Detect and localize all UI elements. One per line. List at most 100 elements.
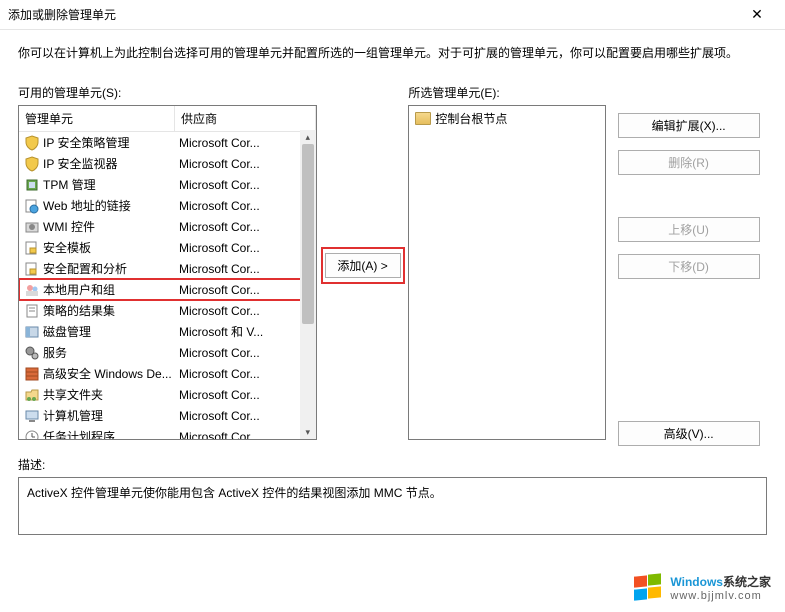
instruction-text: 你可以在计算机上为此控制台选择可用的管理单元并配置所选的一组管理单元。对于可扩展… <box>18 44 767 62</box>
disk-icon <box>23 324 41 340</box>
titlebar: 添加或删除管理单元 ✕ <box>0 0 785 30</box>
watermark-brand-a: Windows <box>670 575 723 589</box>
lock-page-icon <box>23 261 41 277</box>
snapin-name: 任务计划程序 <box>43 428 177 440</box>
snapin-name: WMI 控件 <box>43 218 177 235</box>
scroll-down-icon[interactable]: ▾ <box>300 425 316 439</box>
snapin-vendor: Microsoft Cor... <box>177 367 316 381</box>
available-label: 可用的管理单元(S): <box>18 84 317 101</box>
snapin-vendor: Microsoft Cor... <box>177 346 316 360</box>
snapin-vendor: Microsoft Cor... <box>177 388 316 402</box>
snapin-vendor: Microsoft Cor... <box>177 199 316 213</box>
selected-treeview[interactable]: 控制台根节点 <box>408 105 605 440</box>
shield-yellow-icon <box>23 156 41 172</box>
list-item[interactable]: 共享文件夹Microsoft Cor... <box>19 384 316 405</box>
link-page-icon <box>23 198 41 214</box>
firewall-icon <box>23 366 41 382</box>
clock-icon <box>23 429 41 441</box>
gear-box-icon <box>23 219 41 235</box>
col-snapin[interactable]: 管理单元 <box>19 106 175 131</box>
list-item[interactable]: 任务计划程序Microsoft Cor... <box>19 426 316 440</box>
report-icon <box>23 303 41 319</box>
middle-panel: 添加(A) > <box>317 84 409 446</box>
scroll-thumb[interactable] <box>302 144 314 324</box>
description-section: 描述: ActiveX 控件管理单元使你能用包含 ActiveX 控件的结果视图… <box>18 456 767 535</box>
watermark: Windows系统之家 www.bjjmlv.com <box>632 573 771 602</box>
scroll-up-icon[interactable]: ▴ <box>300 130 316 144</box>
lock-page-icon <box>23 240 41 256</box>
list-item[interactable]: 磁盘管理Microsoft 和 V... <box>19 321 316 342</box>
list-item[interactable]: 本地用户和组Microsoft Cor... <box>19 279 316 300</box>
list-item[interactable]: Web 地址的链接Microsoft Cor... <box>19 195 316 216</box>
col-vendor[interactable]: 供应商 <box>175 106 316 131</box>
available-panel: 可用的管理单元(S): 管理单元 供应商 IP 安全策略管理Microsoft … <box>18 84 317 446</box>
snapin-name: TPM 管理 <box>43 176 177 193</box>
snapin-name: IP 安全监视器 <box>43 155 177 172</box>
list-item[interactable]: WMI 控件Microsoft Cor... <box>19 216 316 237</box>
remove-button[interactable]: 删除(R) <box>618 150 760 175</box>
selected-label: 所选管理单元(E): <box>408 84 605 101</box>
snapin-name: 安全模板 <box>43 239 177 256</box>
move-up-button[interactable]: 上移(U) <box>618 217 760 242</box>
watermark-url: www.bjjmlv.com <box>670 590 771 602</box>
listbox-header: 管理单元 供应商 <box>19 106 316 132</box>
description-box: ActiveX 控件管理单元使你能用包含 ActiveX 控件的结果视图添加 M… <box>18 477 767 535</box>
snapin-name: 计算机管理 <box>43 407 177 424</box>
snapin-vendor: Microsoft Cor... <box>177 430 316 441</box>
watermark-text: Windows系统之家 www.bjjmlv.com <box>670 573 771 602</box>
snapin-vendor: Microsoft Cor... <box>177 220 316 234</box>
add-button-highlight: 添加(A) > <box>321 247 405 284</box>
snapin-name: 服务 <box>43 344 177 361</box>
snapin-name: 磁盘管理 <box>43 323 177 340</box>
list-item[interactable]: 高级安全 Windows De...Microsoft Cor... <box>19 363 316 384</box>
snapin-name: IP 安全策略管理 <box>43 134 177 151</box>
list-item[interactable]: 计算机管理Microsoft Cor... <box>19 405 316 426</box>
move-down-button[interactable]: 下移(D) <box>618 254 760 279</box>
snapin-vendor: Microsoft Cor... <box>177 283 316 297</box>
snapin-name: Web 地址的链接 <box>43 197 177 214</box>
users-icon <box>23 282 41 298</box>
list-item[interactable]: TPM 管理Microsoft Cor... <box>19 174 316 195</box>
windows-logo-icon <box>632 574 664 602</box>
snapin-name: 共享文件夹 <box>43 386 177 403</box>
folder-icon <box>415 112 431 125</box>
snapin-name: 安全配置和分析 <box>43 260 177 277</box>
spacer <box>618 84 767 101</box>
list-item[interactable]: IP 安全策略管理Microsoft Cor... <box>19 132 316 153</box>
snapin-name: 策略的结果集 <box>43 302 177 319</box>
list-item[interactable]: 服务Microsoft Cor... <box>19 342 316 363</box>
list-item[interactable]: 安全模板Microsoft Cor... <box>19 237 316 258</box>
add-button[interactable]: 添加(A) > <box>325 253 401 278</box>
shared-folder-icon <box>23 387 41 403</box>
chip-icon <box>23 177 41 193</box>
spacer <box>618 187 767 205</box>
watermark-brand-b: 系统之家 <box>723 575 771 589</box>
listbox-body: IP 安全策略管理Microsoft Cor...IP 安全监视器Microso… <box>19 132 316 440</box>
tree-root-item[interactable]: 控制台根节点 <box>411 108 602 129</box>
edit-extensions-button[interactable]: 编辑扩展(X)... <box>618 113 760 138</box>
snapin-vendor: Microsoft Cor... <box>177 262 316 276</box>
window-title: 添加或删除管理单元 <box>8 6 737 23</box>
snapin-vendor: Microsoft 和 V... <box>177 323 316 340</box>
snapin-name: 本地用户和组 <box>43 281 177 298</box>
list-item[interactable]: 策略的结果集Microsoft Cor... <box>19 300 316 321</box>
scrollbar[interactable]: ▴ ▾ <box>300 130 316 439</box>
snapin-vendor: Microsoft Cor... <box>177 136 316 150</box>
advanced-button[interactable]: 高级(V)... <box>618 421 760 446</box>
dialog-content: 你可以在计算机上为此控制台选择可用的管理单元并配置所选的一组管理单元。对于可扩展… <box>0 30 785 535</box>
action-buttons-panel: 编辑扩展(X)... 删除(R) 上移(U) 下移(D) 高级(V)... <box>618 84 767 446</box>
snapin-vendor: Microsoft Cor... <box>177 409 316 423</box>
close-icon[interactable]: ✕ <box>737 6 777 23</box>
snapin-name: 高级安全 Windows De... <box>43 365 177 382</box>
gears-icon <box>23 345 41 361</box>
main-area: 可用的管理单元(S): 管理单元 供应商 IP 安全策略管理Microsoft … <box>18 84 767 446</box>
description-label: 描述: <box>18 456 767 473</box>
snapin-vendor: Microsoft Cor... <box>177 157 316 171</box>
list-item[interactable]: 安全配置和分析Microsoft Cor... <box>19 258 316 279</box>
tree-root-label: 控制台根节点 <box>435 110 507 127</box>
list-item[interactable]: IP 安全监视器Microsoft Cor... <box>19 153 316 174</box>
available-listbox[interactable]: 管理单元 供应商 IP 安全策略管理Microsoft Cor...IP 安全监… <box>18 105 317 440</box>
snapin-vendor: Microsoft Cor... <box>177 304 316 318</box>
shield-yellow-icon <box>23 135 41 151</box>
selected-panel: 所选管理单元(E): 控制台根节点 <box>408 84 605 446</box>
